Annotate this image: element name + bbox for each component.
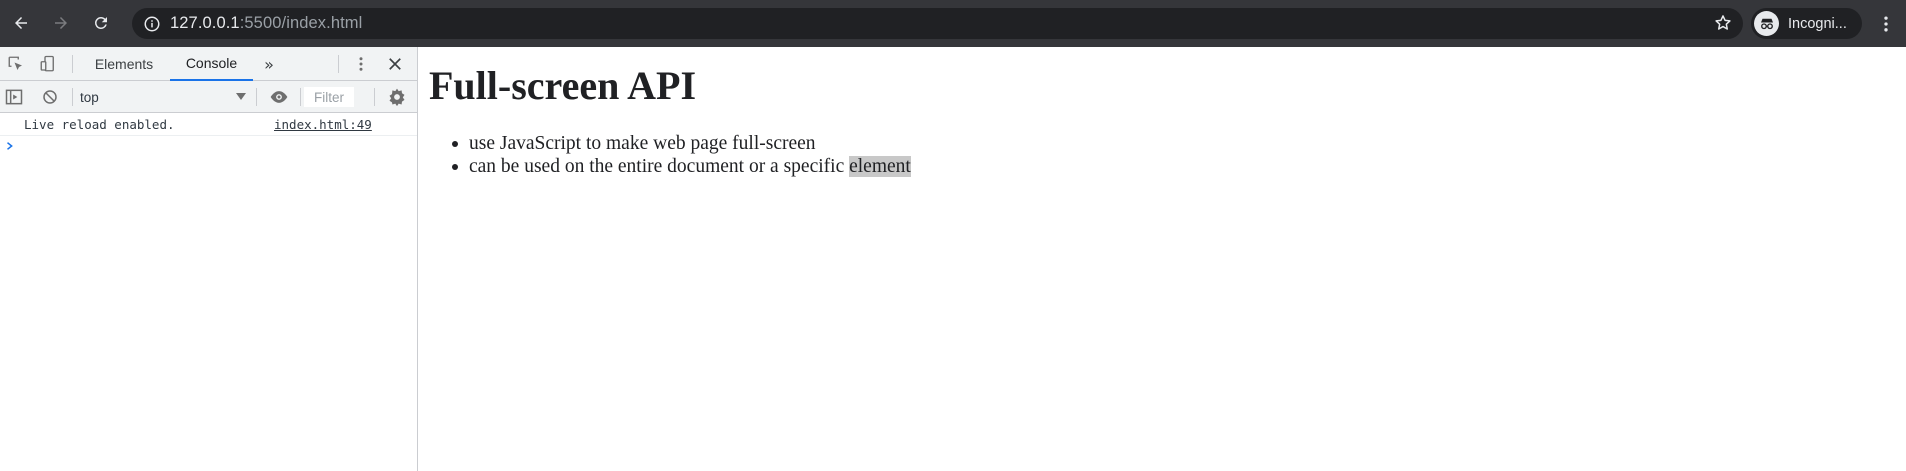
tab-separator <box>72 55 73 73</box>
page-viewport: Full-screen API use JavaScript to make w… <box>419 47 1906 471</box>
toolbar-separator <box>256 88 257 106</box>
forward-arrow-icon <box>55 17 67 29</box>
console-prompt-chevron-icon[interactable] <box>5 139 17 153</box>
browser-toolbar: 127.0.0.1:5500/index.html Incogni... <box>0 0 1906 47</box>
info-icon[interactable] <box>142 14 162 34</box>
address-bar[interactable]: 127.0.0.1:5500/index.html <box>132 8 1743 39</box>
incognito-icon <box>1754 11 1779 36</box>
browser-menu-button[interactable] <box>1874 10 1898 38</box>
bullet-item: use JavaScript to make web page full-scr… <box>449 132 911 155</box>
chevron-down-icon <box>236 93 246 100</box>
console-filter-input[interactable]: Filter <box>304 87 354 107</box>
toolbar-separator <box>374 88 375 106</box>
context-value: top <box>80 89 99 105</box>
star-icon[interactable] <box>1713 13 1733 33</box>
profile-button[interactable]: Incogni... <box>1751 8 1862 39</box>
tab-separator <box>338 55 339 73</box>
context-select[interactable]: top <box>80 86 250 108</box>
bullet-list: use JavaScript to make web page full-scr… <box>449 132 911 178</box>
bullet-item-text: can be used on the entire document or a … <box>469 156 845 177</box>
eye-icon[interactable] <box>268 86 290 108</box>
filter-placeholder: Filter <box>314 89 344 105</box>
highlighted-word: element <box>849 156 911 177</box>
url-text: 127.0.0.1:5500/index.html <box>170 14 362 33</box>
reload-button[interactable] <box>86 8 116 38</box>
console-message-text: Live reload enabled. <box>24 117 175 132</box>
tab-elements[interactable]: Elements <box>84 47 164 81</box>
forward-button[interactable] <box>46 8 76 38</box>
reload-icon <box>94 16 107 29</box>
clear-console-icon[interactable] <box>39 86 61 108</box>
profile-label: Incogni... <box>1788 15 1847 32</box>
console-toolbar: top Filter <box>0 81 417 113</box>
console-message-source-link[interactable]: index.html:49 <box>274 117 372 132</box>
toolbar-separator <box>72 88 73 106</box>
toolbar-separator <box>300 88 301 106</box>
devtools-panel: Elements Console » top Filter Live reloa… <box>0 47 418 471</box>
more-tabs-icon[interactable]: » <box>258 53 280 75</box>
show-sidebar-icon[interactable] <box>3 86 25 108</box>
back-arrow-icon <box>15 17 27 29</box>
url-host: 127.0.0.1 <box>170 14 240 32</box>
close-devtools-icon[interactable] <box>384 53 406 75</box>
more-vert-icon <box>1884 16 1888 32</box>
page-heading: Full-screen API <box>429 63 697 108</box>
device-toolbar-icon[interactable] <box>37 53 59 75</box>
tab-console[interactable]: Console <box>170 47 253 81</box>
gear-icon[interactable] <box>386 86 408 108</box>
back-button[interactable] <box>6 8 36 38</box>
inspect-element-icon[interactable] <box>5 53 27 75</box>
bullet-item: can be used on the entire document or a … <box>449 155 911 178</box>
devtools-tab-bar: Elements Console » <box>0 47 417 81</box>
devtools-menu-icon[interactable] <box>350 53 372 75</box>
console-message: Live reload enabled. index.html:49 <box>0 113 417 136</box>
url-path: :5500/index.html <box>239 14 363 32</box>
